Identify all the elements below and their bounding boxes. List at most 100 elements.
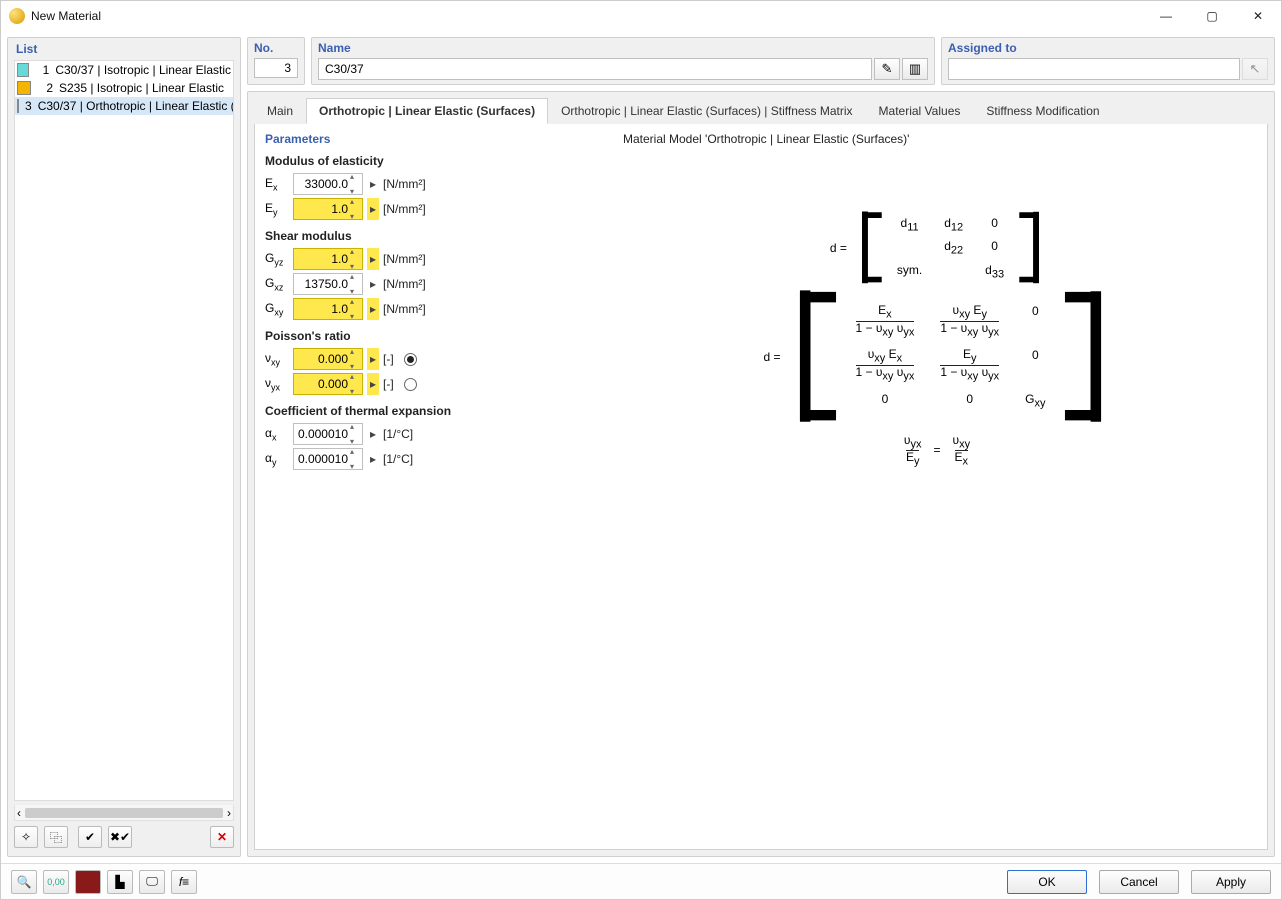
poisson-relation: υyxEy = υxyEx <box>904 434 970 468</box>
list-item[interactable]: 3 C30/37 | Orthotropic | Linear Elastic (… <box>15 97 233 115</box>
tab[interactable]: Stiffness Modification <box>973 98 1112 124</box>
parameter-unit: [N/mm²] <box>383 302 426 316</box>
list-item-label: S235 | Isotropic | Linear Elastic <box>59 81 224 95</box>
app-icon <box>9 8 25 24</box>
parameter-symbol: νyx <box>265 376 289 392</box>
assigned-to-input[interactable] <box>948 58 1240 80</box>
no-input[interactable] <box>254 58 298 78</box>
parameter-unit: [N/mm²] <box>383 177 426 191</box>
parameter-row: νyx ▸ [-] <box>265 372 597 396</box>
list-item[interactable]: 1 C30/37 | Isotropic | Linear Elastic <box>15 61 233 79</box>
name-input[interactable] <box>318 58 872 80</box>
help-icon[interactable]: 🔍 <box>11 870 37 894</box>
parameter-symbol: Ey <box>265 201 289 217</box>
ok-button[interactable]: OK <box>1007 870 1087 894</box>
parameter-row: Ex ▸ [N/mm²] <box>265 172 597 196</box>
parameter-symbol: νxy <box>265 351 289 367</box>
function-icon[interactable]: f≡ <box>171 870 197 894</box>
list-horizontal-scrollbar[interactable]: ‹› <box>14 805 234 821</box>
parameter-symbol: Gyz <box>265 251 289 267</box>
no-label: No. <box>254 41 298 55</box>
parameter-input[interactable] <box>293 298 363 320</box>
edit-name-icon[interactable]: ✎ <box>874 58 900 80</box>
copy-item-icon[interactable]: ⿻ <box>44 826 68 848</box>
parameter-row: Gxy▸[N/mm²] <box>265 297 597 321</box>
parameter-symbol: Ex <box>265 176 289 192</box>
parameter-menu-icon[interactable]: ▸ <box>367 348 379 370</box>
tab[interactable]: Material Values <box>866 98 974 124</box>
maximize-button[interactable]: ▢ <box>1189 1 1235 31</box>
parameter-row: αx ▸ [1/°C] <box>265 422 597 446</box>
section-icon[interactable]: ▙ <box>107 870 133 894</box>
name-label: Name <box>318 41 928 55</box>
parameters-header: Parameters <box>265 132 597 146</box>
dialog-footer: 🔍 0,00 ▙ 🖵 f≡ OK Cancel Apply <box>1 863 1281 899</box>
parameter-menu-icon[interactable]: ▸ <box>367 173 379 195</box>
material-model-header: Material Model 'Orthotropic | Linear Ela… <box>623 132 1251 146</box>
parameter-unit: [1/°C] <box>383 427 413 441</box>
tab[interactable]: Orthotropic | Linear Elastic (Surfaces) <box>306 98 548 124</box>
apply-button[interactable]: Apply <box>1191 870 1271 894</box>
stiffness-matrix-expanded: d = ⎡⎣ Ex1 − υxy υyx υxy Ey1 − υxy υyx 0… <box>763 304 1110 409</box>
parameter-row: Gxz ▸ [N/mm²] <box>265 272 597 296</box>
new-item-icon[interactable]: ✧ <box>14 826 38 848</box>
parameter-symbol: αx <box>265 426 289 442</box>
parameter-row: Gyz ▸ [N/mm²] <box>265 247 597 271</box>
tab[interactable]: Orthotropic | Linear Elastic (Surfaces) … <box>548 98 865 124</box>
cancel-button[interactable]: Cancel <box>1099 870 1179 894</box>
tab[interactable]: Main <box>254 98 306 124</box>
parameter-unit: [N/mm²] <box>383 252 426 266</box>
parameter-input[interactable] <box>293 198 363 220</box>
parameter-menu-icon[interactable]: ▸ <box>367 423 379 445</box>
tab-bar: MainOrthotropic | Linear Elastic (Surfac… <box>248 92 1274 124</box>
color-swatch-icon <box>17 81 31 95</box>
material-list[interactable]: 1 C30/37 | Isotropic | Linear Elastic2 S23… <box>14 60 234 801</box>
parameter-input[interactable] <box>293 423 363 445</box>
parameter-symbol: αy <box>265 451 289 467</box>
parameter-group-title: Poisson's ratio <box>265 329 597 343</box>
list-item-label: C30/37 | Isotropic | Linear Elastic <box>55 63 231 77</box>
list-item-number: 2 <box>37 81 53 95</box>
close-button[interactable]: ✕ <box>1235 1 1281 31</box>
parameter-input[interactable] <box>293 348 363 370</box>
window-title: New Material <box>31 9 1143 23</box>
delete-item-icon[interactable]: ✕ <box>210 826 234 848</box>
parameter-input[interactable] <box>293 248 363 270</box>
parameter-input[interactable] <box>293 273 363 295</box>
parameter-menu-icon[interactable]: ▸ <box>367 273 379 295</box>
list-item-number: 1 <box>35 63 49 77</box>
parameter-menu-icon[interactable]: ▸ <box>367 373 379 395</box>
check-all-icon[interactable]: ✔ <box>78 826 102 848</box>
parameter-input[interactable] <box>293 173 363 195</box>
list-item-number: 3 <box>25 99 32 113</box>
definition-radio[interactable] <box>404 378 417 391</box>
parameter-group-title: Shear modulus <box>265 229 597 243</box>
color-swatch-icon <box>17 99 19 113</box>
parameter-unit: [-] <box>383 377 394 391</box>
parameter-row: αy▸[1/°C] <box>265 447 597 471</box>
parameter-input[interactable] <box>293 448 363 470</box>
pick-assignment-icon[interactable]: ↖ <box>1242 58 1268 80</box>
list-item[interactable]: 2 S235 | Isotropic | Linear Elastic <box>15 79 233 97</box>
uncheck-all-icon[interactable]: ✖✔ <box>108 826 132 848</box>
definition-radio[interactable] <box>404 353 417 366</box>
title-bar: New Material — ▢ ✕ <box>1 1 1281 31</box>
parameter-symbol: Gxz <box>265 276 289 292</box>
units-icon[interactable]: 0,00 <box>43 870 69 894</box>
library-icon[interactable]: ▥ <box>902 58 928 80</box>
assigned-to-label: Assigned to <box>948 41 1268 55</box>
stiffness-matrix-symbolic: d = ⎡⎢⎣ d11d120 d220 sym.d33 ⎤⎥⎦ <box>830 216 1044 280</box>
parameter-row: νxy▸[-] <box>265 347 597 371</box>
parameter-menu-icon[interactable]: ▸ <box>367 248 379 270</box>
parameter-menu-icon[interactable]: ▸ <box>367 198 379 220</box>
parameter-input[interactable] <box>293 373 363 395</box>
list-header: List <box>8 38 240 60</box>
parameter-menu-icon[interactable]: ▸ <box>367 298 379 320</box>
parameter-unit: [N/mm²] <box>383 277 426 291</box>
color-swatch-icon <box>17 63 29 77</box>
parameter-menu-icon[interactable]: ▸ <box>367 448 379 470</box>
color-icon[interactable] <box>75 870 101 894</box>
minimize-button[interactable]: — <box>1143 1 1189 31</box>
list-item-label: C30/37 | Orthotropic | Linear Elastic (S <box>38 99 234 113</box>
preview-icon[interactable]: 🖵 <box>139 870 165 894</box>
